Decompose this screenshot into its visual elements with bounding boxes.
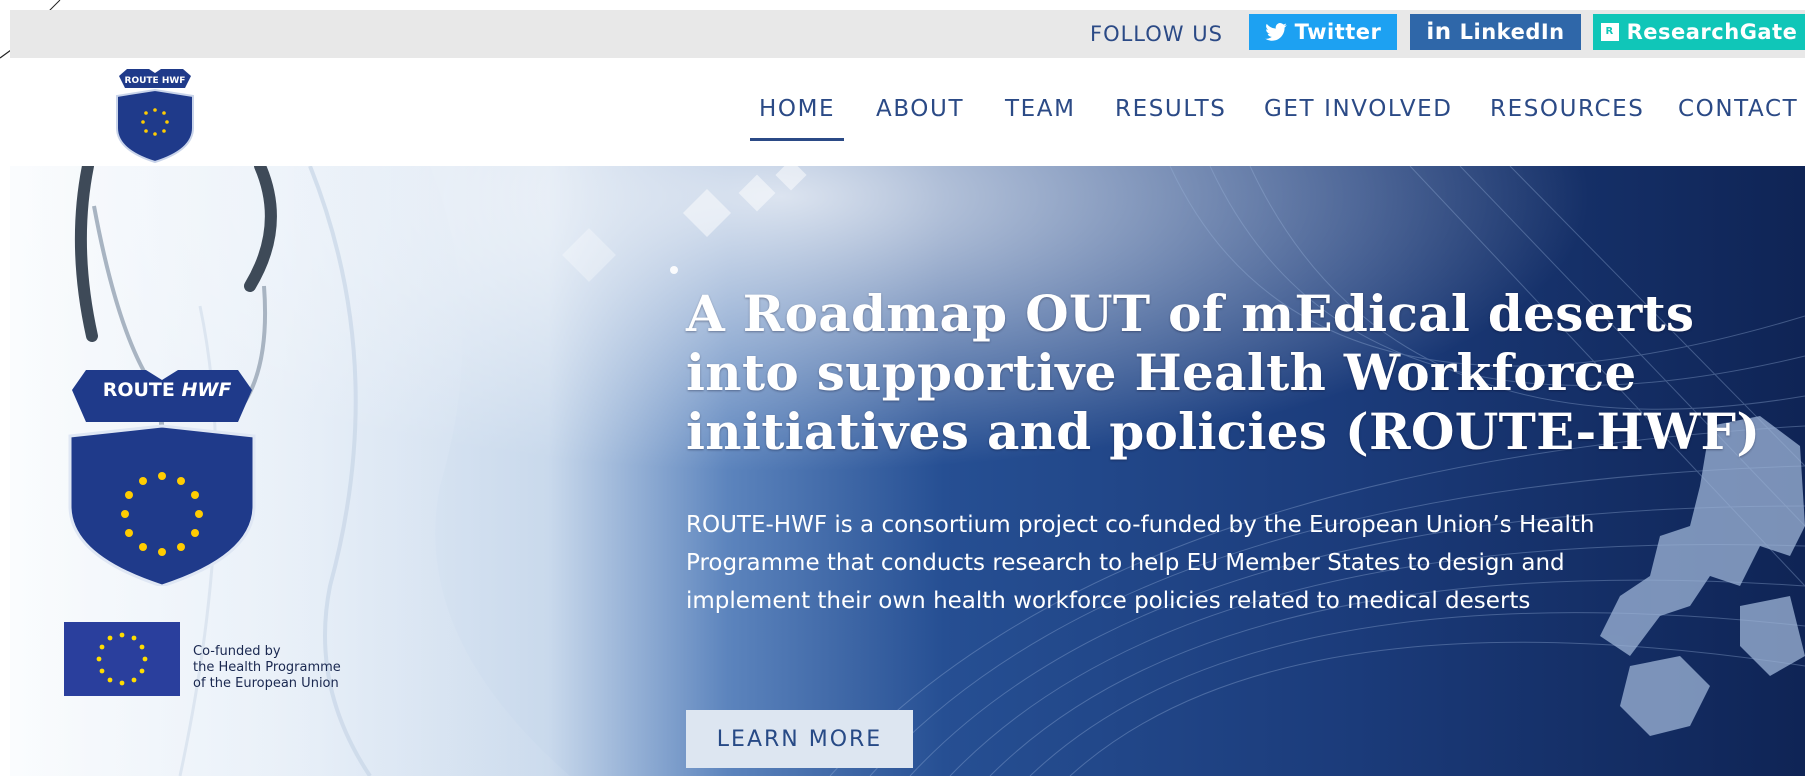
linkedin-in-icon: in bbox=[1426, 19, 1452, 45]
nav-about[interactable]: ABOUT bbox=[876, 96, 964, 130]
learn-more-button[interactable]: LEARN MORE bbox=[686, 710, 913, 768]
cofunded-text: Co-funded by the Health Programme of the… bbox=[193, 644, 383, 692]
nav-get-involved[interactable]: GET INVOLVED bbox=[1264, 96, 1453, 130]
logo-text: ROUTE HWF bbox=[124, 76, 186, 86]
twitter-button[interactable]: Twitter bbox=[1249, 14, 1397, 50]
nav-home[interactable]: HOME bbox=[749, 96, 845, 141]
hero-description: ROUTE-HWF is a consortium project co-fun… bbox=[686, 512, 1595, 614]
nav-contact[interactable]: CONTACT bbox=[1678, 96, 1798, 130]
researchgate-label: ResearchGate bbox=[1626, 20, 1798, 44]
badge-route-text: ROUTE bbox=[102, 379, 175, 401]
badge-label: ROUTE HWF bbox=[72, 379, 262, 401]
hero-title: A Roadmap OUT of mEdical deserts into su… bbox=[686, 284, 1761, 461]
researchgate-button[interactable]: R ResearchGate bbox=[1593, 14, 1805, 50]
cofunded-line-1: Co-funded by bbox=[193, 644, 281, 659]
social-bar: FOLLOW US Twitter in LinkedIn R Research… bbox=[10, 10, 1805, 58]
follow-us-label: FOLLOW US bbox=[1090, 22, 1223, 46]
linkedin-label: LinkedIn bbox=[1459, 20, 1565, 44]
cofunded-line-3: of the European Union bbox=[193, 676, 339, 691]
linkedin-button[interactable]: in LinkedIn bbox=[1410, 14, 1581, 50]
twitter-bird-icon bbox=[1264, 23, 1287, 41]
cofunded-line-2: the Health Programme bbox=[193, 660, 341, 675]
researchgate-icon: R bbox=[1600, 23, 1619, 41]
eu-flag-icon bbox=[64, 622, 180, 696]
nav-results[interactable]: RESULTS bbox=[1115, 96, 1226, 130]
nav-team[interactable]: TEAM bbox=[1005, 96, 1076, 130]
twitter-label: Twitter bbox=[1294, 20, 1382, 44]
badge-hwf-text: HWF bbox=[181, 379, 232, 401]
nav-resources[interactable]: RESOURCES bbox=[1490, 96, 1644, 130]
hero-banner: ROUTE HWF Co-funded by the Health Progra… bbox=[10, 166, 1805, 776]
